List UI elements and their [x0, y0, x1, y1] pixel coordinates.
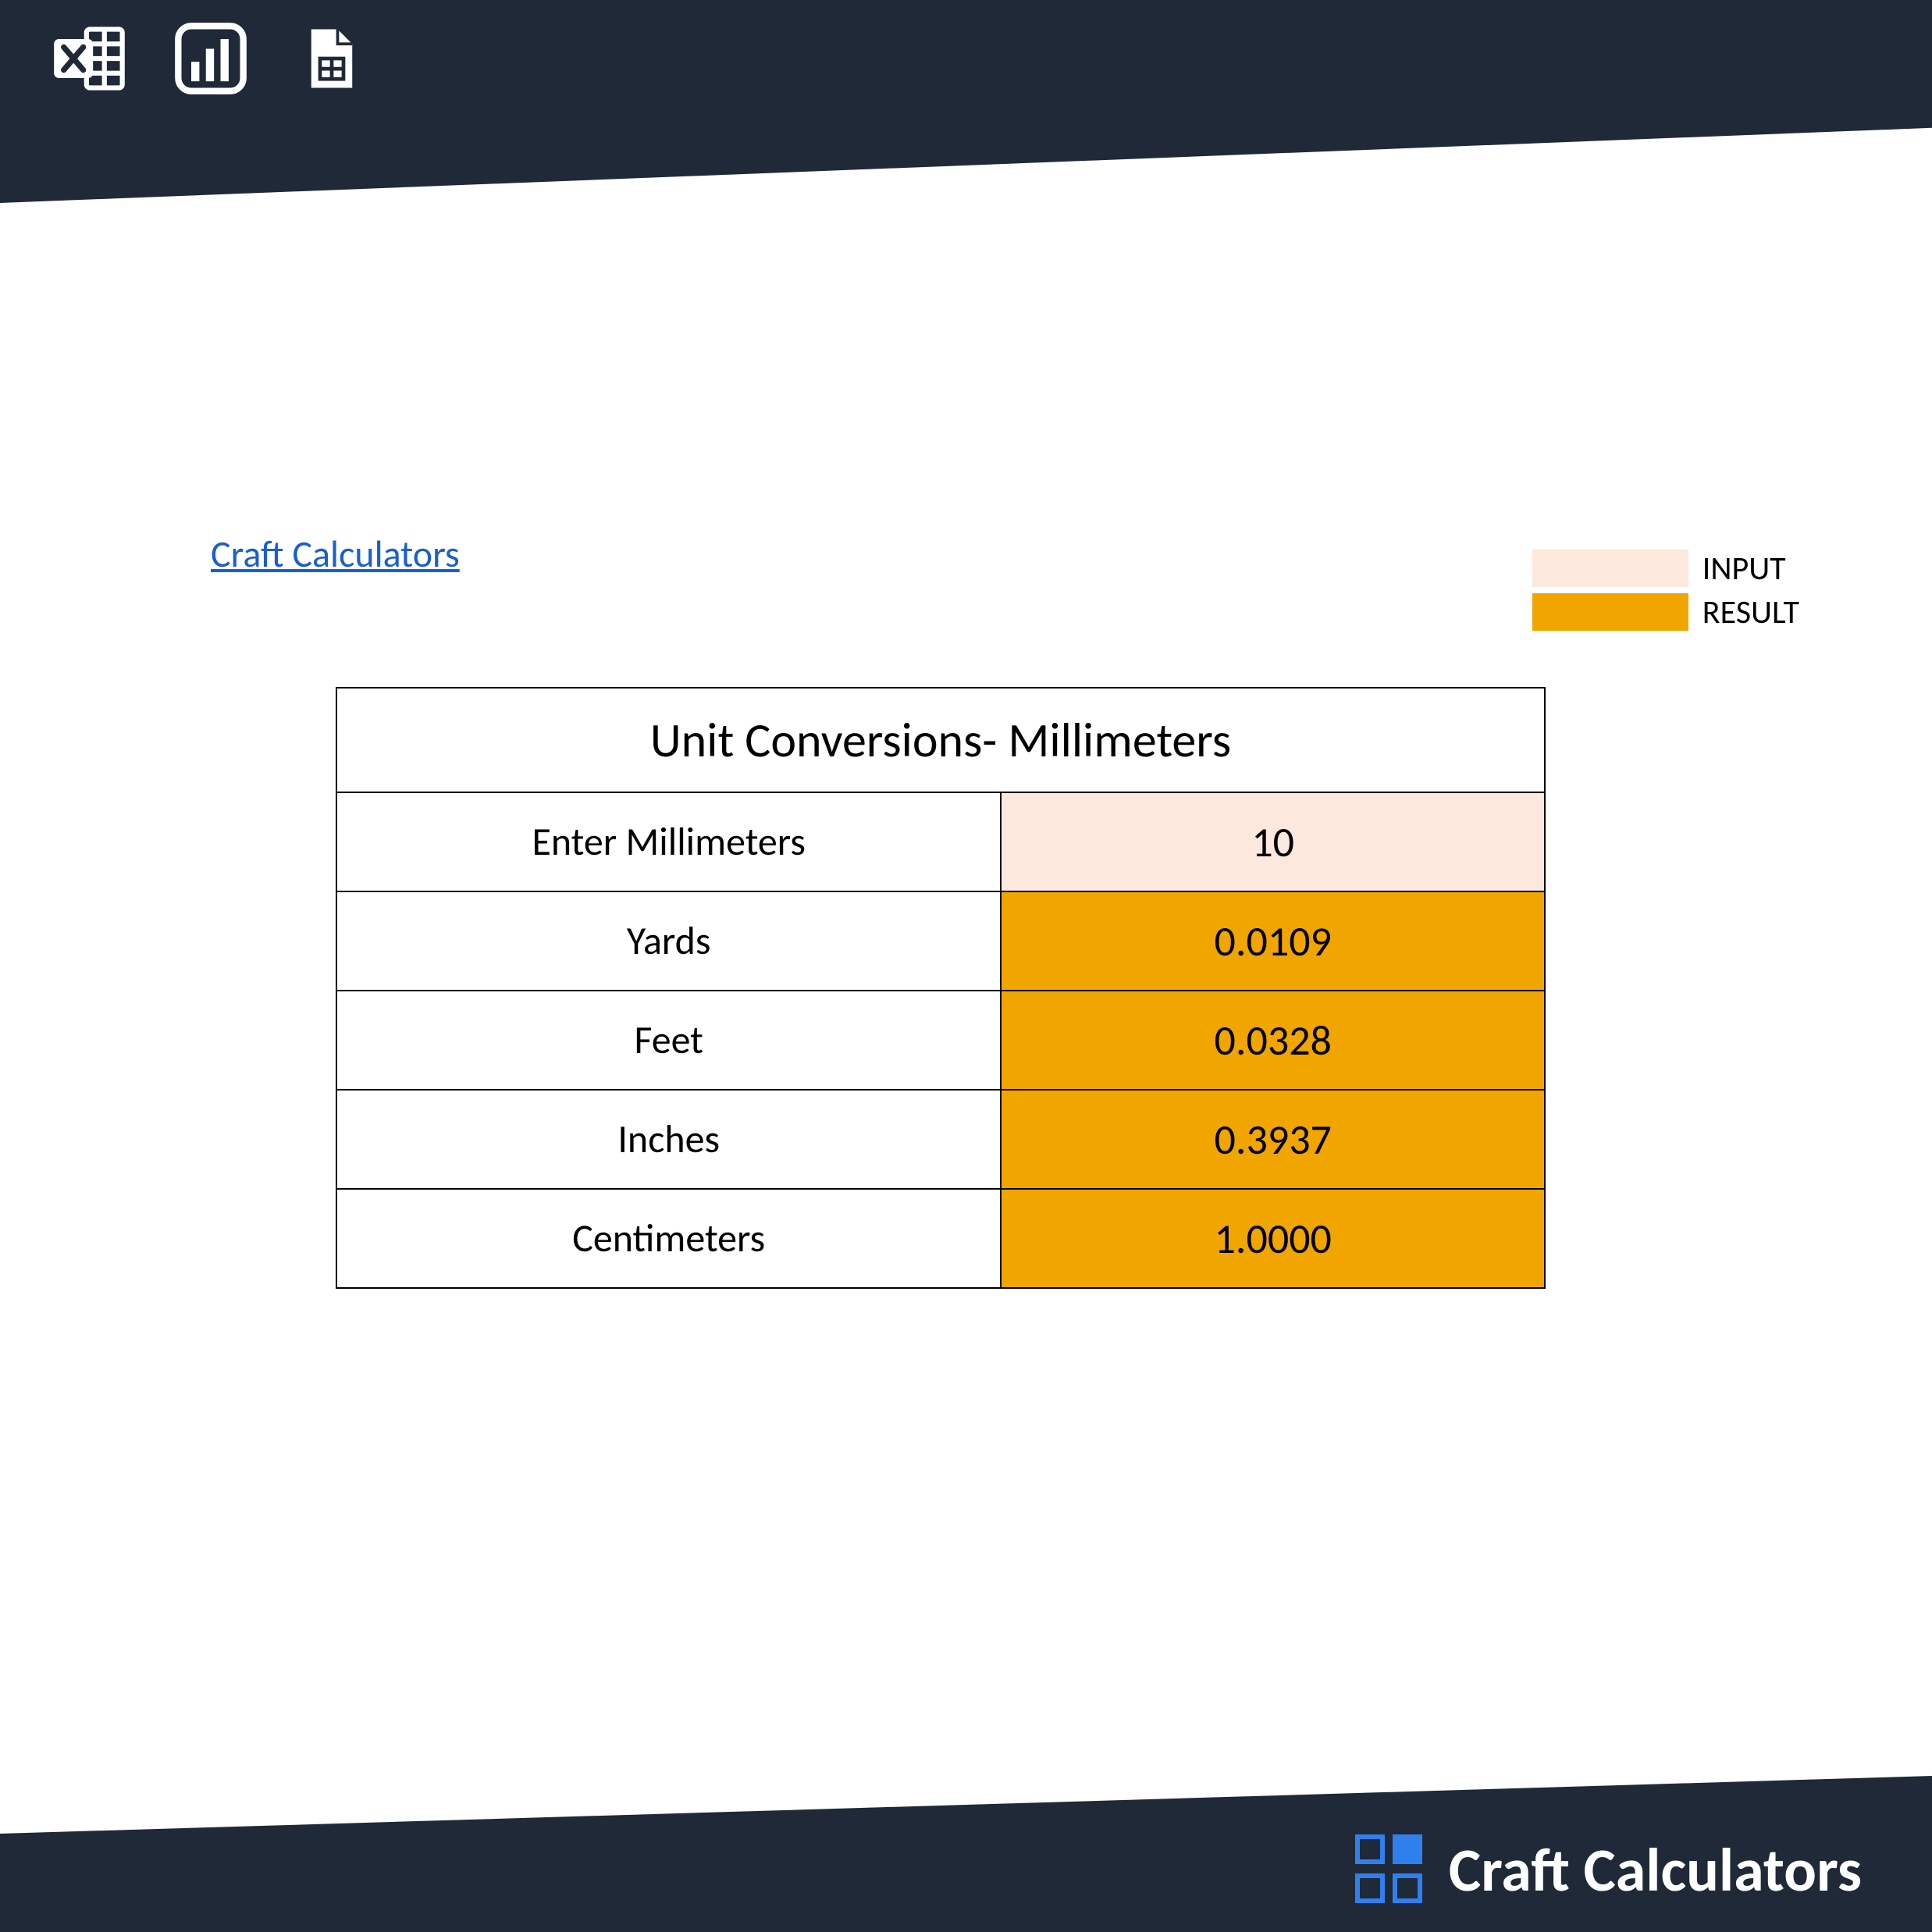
brand-grid-icon: [1355, 1834, 1425, 1905]
result-value: 0.0328: [1001, 991, 1545, 1090]
conversion-table: Unit Conversions- Millimeters Enter Mill…: [336, 687, 1546, 1289]
table-row: Inches 0.3937: [336, 1090, 1545, 1189]
result-value: 0.0109: [1001, 891, 1545, 991]
chart-icon: [168, 16, 254, 101]
result-value: 1.0000: [1001, 1189, 1545, 1288]
legend-result-row: RESULT: [1532, 590, 1799, 634]
table-row: Yards 0.0109: [336, 891, 1545, 991]
excel-icon: [47, 16, 133, 101]
result-label: Yards: [336, 891, 1001, 991]
result-label: Inches: [336, 1090, 1001, 1189]
legend-swatch-input: [1532, 550, 1688, 587]
input-label: Enter Millimeters: [336, 792, 1001, 891]
footer-brand-text: Craft Calculators: [1449, 1833, 1862, 1907]
header-bar: [0, 0, 1932, 203]
craft-calculators-link[interactable]: Craft Calculators: [211, 531, 460, 577]
footer-bar: Craft Calculators: [0, 1776, 1932, 1932]
table-row: Centimeters 1.0000: [336, 1189, 1545, 1288]
result-value: 0.3937: [1001, 1090, 1545, 1189]
table-row: Feet 0.0328: [336, 991, 1545, 1090]
input-value-cell[interactable]: 10: [1001, 792, 1545, 891]
result-label: Centimeters: [336, 1189, 1001, 1288]
legend: INPUT RESULT: [1532, 546, 1799, 634]
table-title: Unit Conversions- Millimeters: [336, 688, 1545, 792]
legend-result-label: RESULT: [1703, 592, 1799, 632]
breadcrumb: Craft Calculators: [211, 531, 460, 577]
legend-input-label: INPUT: [1703, 549, 1786, 589]
table-input-row: Enter Millimeters 10: [336, 792, 1545, 891]
sheets-icon: [289, 16, 375, 101]
table-title-row: Unit Conversions- Millimeters: [336, 688, 1545, 792]
legend-input-row: INPUT: [1532, 546, 1799, 590]
result-label: Feet: [336, 991, 1001, 1090]
legend-swatch-result: [1532, 593, 1688, 631]
